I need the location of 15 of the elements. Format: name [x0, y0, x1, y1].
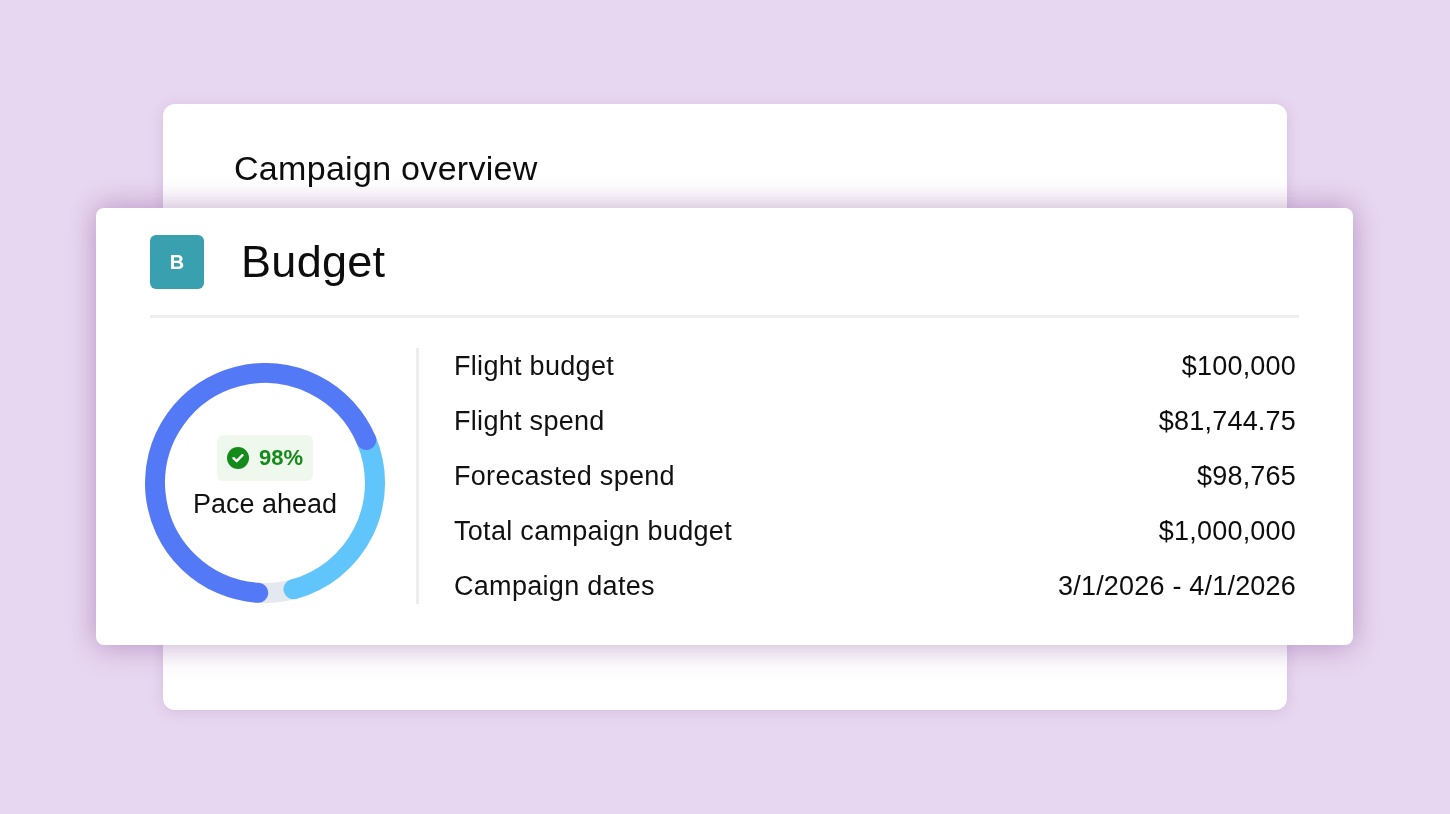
overview-title: Campaign overview: [234, 148, 539, 188]
row-value: $1,000,000: [1158, 515, 1296, 548]
row-label: Forecasted spend: [454, 460, 675, 493]
budget-title: Budget: [241, 235, 386, 289]
row-value: 3/1/2026 - 4/1/2026: [1058, 570, 1296, 603]
row-value: $98,765: [1197, 460, 1296, 493]
row-value: $81,744.75: [1158, 405, 1296, 438]
row-label: Flight spend: [454, 405, 605, 438]
pace-percent: 98%: [258, 447, 303, 469]
row-label: Campaign dates: [454, 570, 655, 603]
row-value: $100,000: [1181, 350, 1296, 383]
row-label: Flight budget: [454, 350, 614, 383]
pace-label: Pace ahead: [192, 488, 338, 521]
initial-tile: B: [150, 235, 204, 289]
row-label: Total campaign budget: [454, 515, 732, 548]
